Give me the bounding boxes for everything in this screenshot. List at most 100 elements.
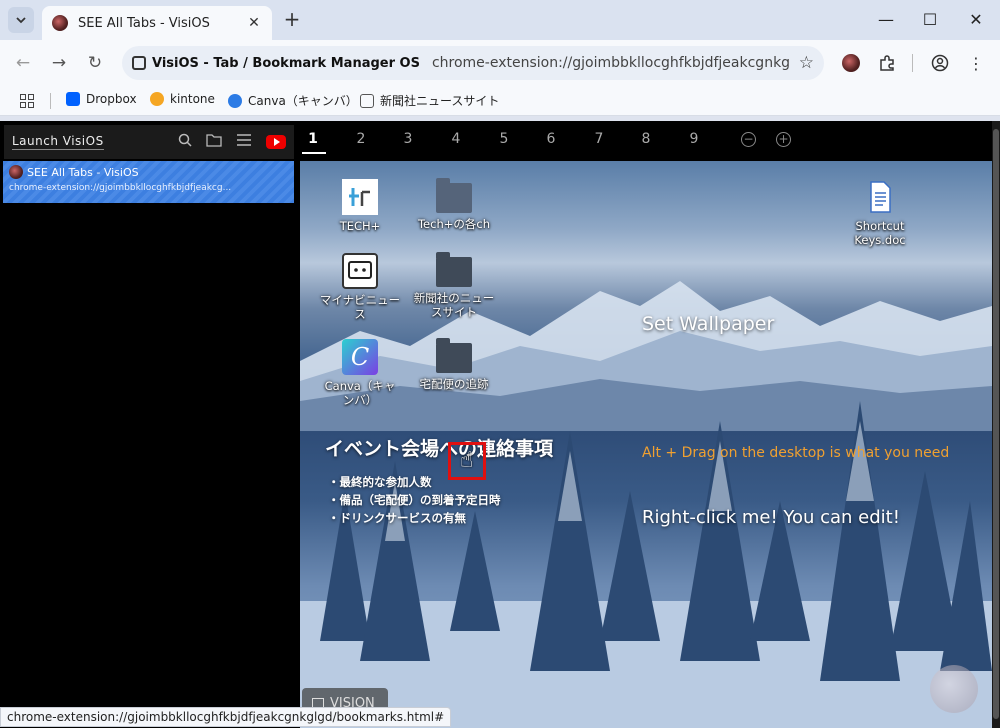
site-chip[interactable]: VisiOS - Tab / Bookmark Manager OS — [132, 56, 432, 71]
sidebar-tab-item[interactable]: SEE All Tabs - VisiOS chrome-extension:/… — [3, 161, 294, 203]
notice-list[interactable]: ・最終的な参加人数 ・備品（宅配便）の到着予定日時 ・ドリンクサービスの有無 — [328, 473, 501, 527]
browser-tab-active[interactable]: SEE All Tabs - VisiOS ✕ — [42, 6, 272, 40]
desktop-icon-news-folder[interactable]: 新聞社のニュースサイト — [406, 252, 502, 319]
sidebar-item-title: SEE All Tabs - VisiOS — [27, 165, 139, 179]
new-tab-button[interactable]: + — [282, 9, 302, 30]
launch-visios-button[interactable]: Launch VisiOS — [12, 134, 104, 150]
browser-menu-icon[interactable]: ⋮ — [966, 53, 986, 73]
bookmark-news-folder[interactable]: 新聞社ニュースサイト — [360, 92, 499, 109]
kintone-icon — [150, 92, 164, 106]
desktop-tab-bar: 1 2 3 4 5 6 7 8 9 − + — [300, 121, 992, 157]
bookmark-dropbox[interactable]: Dropbox — [66, 92, 137, 106]
dropbox-icon — [66, 92, 80, 106]
icon-label: 新聞社のニュースサイト — [413, 291, 495, 319]
set-wallpaper-text[interactable]: Set Wallpaper — [642, 313, 774, 335]
desktop-tab-3[interactable]: 3 — [396, 131, 420, 147]
zoom-out-icon[interactable]: − — [741, 132, 756, 147]
visios-favicon-icon — [52, 15, 68, 31]
desktop-icon-tech-plus[interactable]: TECH+ — [312, 179, 408, 233]
icon-label: Canva（キャンバ） — [324, 379, 396, 407]
tech-plus-logo-icon — [342, 179, 378, 215]
mynavi-logo-icon — [342, 253, 378, 289]
icon-label: 宅配便の追跡 — [419, 377, 489, 391]
desktop-icon-canva[interactable]: C Canva（キャンバ） — [312, 339, 408, 407]
desktop-icon-delivery-folder[interactable]: 宅配便の追跡 — [406, 338, 502, 391]
active-tab-indicator — [302, 152, 326, 154]
profile-icon[interactable] — [930, 53, 950, 73]
browser-window: SEE All Tabs - VisiOS ✕ + — ☐ ✕ ← → ↻ Vi… — [0, 0, 1000, 728]
sidebar-item-url: chrome-extension://gjoimbbkllocghfkbjdfj… — [9, 183, 232, 193]
bookmark-canva[interactable]: Canva（キャンバ） — [228, 92, 358, 109]
tab-search-button[interactable] — [8, 7, 34, 33]
bookmark-star-icon[interactable]: ☆ — [799, 53, 814, 73]
visios-logo-icon[interactable] — [930, 665, 978, 713]
address-bar[interactable]: VisiOS - Tab / Bookmark Manager OS chrom… — [122, 46, 824, 80]
search-icon[interactable] — [178, 133, 192, 151]
menu-icon[interactable] — [236, 134, 252, 150]
folder-icon — [436, 178, 472, 213]
canva-icon — [228, 93, 242, 108]
url-text[interactable]: chrome-extension://gjoimbbkllocghfkbjdfj… — [432, 55, 791, 71]
desktop-tab-7[interactable]: 7 — [587, 131, 611, 147]
bookmark-kintone[interactable]: kintone — [150, 92, 215, 106]
notice-item: ・ドリンクサービスの有無 — [328, 511, 466, 525]
desktop-tab-8[interactable]: 8 — [634, 131, 658, 147]
folder-icon — [436, 338, 472, 373]
icon-label: Tech+の各ch — [417, 217, 490, 231]
right-click-hint[interactable]: Right-click me! You can edit! — [642, 507, 900, 528]
desktop-tab-5[interactable]: 5 — [492, 131, 516, 147]
visios-app: Launch VisiOS SEE All Tabs - VisiOS chro… — [0, 121, 1000, 728]
page-scrollbar[interactable] — [992, 121, 1000, 728]
extension-icon — [132, 56, 146, 70]
close-window-button[interactable]: ✕ — [966, 10, 986, 29]
desktop-tab-6[interactable]: 6 — [539, 131, 563, 147]
folder-icon — [436, 252, 472, 287]
folder-icon[interactable] — [206, 133, 222, 151]
zoom-in-icon[interactable]: + — [776, 132, 791, 147]
bookmark-label: Canva（キャンバ） — [248, 94, 358, 108]
chevron-down-icon — [16, 17, 26, 24]
site-chip-label: VisiOS - Tab / Bookmark Manager OS — [152, 55, 420, 71]
sidebar-header: Launch VisiOS — [4, 125, 294, 159]
bookmarks-divider — [50, 93, 51, 109]
apps-grid-icon[interactable] — [20, 94, 34, 108]
desktop-icon-mynavi[interactable]: マイナビニュース — [312, 253, 408, 321]
bookmarks-bar: Dropbox kintone Canva（キャンバ） 新聞社ニュースサイト — [0, 86, 1000, 116]
desktop-icon-tech-folder[interactable]: Tech+の各ch — [406, 178, 502, 231]
notice-title[interactable]: イベント会場への連絡事項 — [325, 434, 553, 461]
reload-button[interactable]: ↻ — [84, 52, 106, 74]
desktop-tab-4[interactable]: 4 — [444, 131, 468, 147]
minimize-button[interactable]: — — [876, 10, 896, 29]
desktop-tab-2[interactable]: 2 — [349, 131, 373, 147]
alt-drag-hint[interactable]: Alt + Drag on the desktop is what you ne… — [642, 445, 949, 461]
visios-favicon-icon — [9, 165, 23, 179]
tab-title: SEE All Tabs - VisiOS — [78, 15, 210, 31]
forward-button[interactable]: → — [48, 52, 70, 74]
tab-strip: SEE All Tabs - VisiOS ✕ + — ☐ ✕ — [0, 0, 1000, 40]
maximize-button[interactable]: ☐ — [920, 10, 940, 29]
hand-cursor-icon: ☝ — [460, 448, 474, 473]
desktop-tab-1[interactable]: 1 — [301, 131, 325, 147]
extensions-puzzle-icon[interactable] — [877, 53, 897, 73]
desktop-area[interactable]: TECH+ Tech+の各ch Shortcut Keys.doc マイナビニュ… — [300, 161, 992, 728]
bookmark-label: Dropbox — [86, 92, 137, 106]
icon-label: TECH+ — [339, 219, 381, 233]
desktop-icon-shortcut-doc[interactable]: Shortcut Keys.doc — [832, 179, 928, 247]
visios-extension-button[interactable] — [841, 53, 861, 73]
notice-item: ・備品（宅配便）の到着予定日時 — [328, 493, 501, 507]
browser-toolbar: ← → ↻ VisiOS - Tab / Bookmark Manager OS… — [0, 40, 1000, 86]
scrollbar-thumb[interactable] — [993, 129, 999, 719]
toolbar-divider — [912, 54, 913, 72]
icon-label: Shortcut Keys.doc — [854, 219, 906, 247]
bookmark-label: 新聞社ニュースサイト — [380, 94, 500, 108]
status-bar-url: chrome-extension://gjoimbbkllocghfkbjdfj… — [0, 707, 452, 727]
folder-icon — [360, 93, 374, 108]
visios-sidebar: Launch VisiOS SEE All Tabs - VisiOS chro… — [0, 121, 298, 728]
back-button[interactable]: ← — [12, 52, 34, 74]
tab-close-icon[interactable]: ✕ — [246, 15, 262, 31]
youtube-icon[interactable] — [266, 135, 286, 149]
desktop-tab-9[interactable]: 9 — [682, 131, 706, 147]
icon-label: マイナビニュース — [319, 293, 401, 321]
visios-extension-icon — [842, 54, 860, 72]
canva-logo-icon: C — [342, 339, 378, 375]
